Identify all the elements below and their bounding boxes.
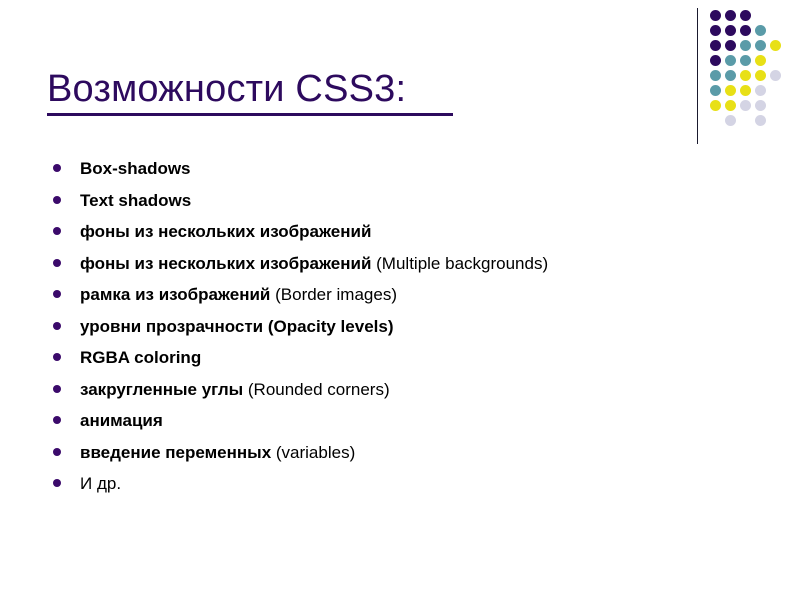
dot-grid — [710, 10, 800, 140]
list-item: введение переменных (variables) — [48, 441, 768, 473]
bullet-icon — [53, 416, 61, 424]
dot-lavender — [755, 85, 766, 96]
dot-teal — [725, 70, 736, 81]
dot-lavender — [755, 115, 766, 126]
list-item-note: (Rounded corners) — [243, 379, 390, 399]
dot-purple — [710, 25, 721, 36]
dot-purple — [725, 25, 736, 36]
dot-purple — [710, 40, 721, 51]
list-item-note: (Multiple backgrounds) — [371, 253, 549, 273]
bullet-icon — [53, 353, 61, 361]
feature-list: Box-shadows Text shadows фоны из нескольки… — [48, 157, 768, 504]
list-item-label: введение переменных — [80, 442, 272, 462]
dot-yellow — [710, 100, 721, 111]
dot-yellow — [740, 85, 751, 96]
bullet-icon — [53, 321, 61, 330]
dot-lavender — [725, 115, 736, 126]
dot-yellow — [740, 70, 751, 81]
dot-purple — [725, 40, 736, 51]
title-underline — [47, 113, 453, 116]
list-item-note: (Border images) — [270, 285, 397, 304]
dot-teal — [725, 55, 736, 66]
dot-yellow — [755, 55, 766, 66]
list-item: Text shadows — [48, 189, 768, 221]
dot-lavender — [770, 70, 781, 81]
list-item: фоны из нескольких изображений (Multiple… — [48, 252, 768, 284]
dot-purple — [740, 25, 751, 36]
bullet-icon — [53, 164, 61, 172]
dot-purple — [710, 10, 721, 21]
dot-teal — [710, 70, 721, 81]
list-item-label: анимация — [80, 411, 163, 430]
dot-lavender — [740, 100, 751, 111]
list-item-note: И др. — [80, 474, 122, 493]
bullet-icon — [53, 384, 61, 393]
dot-teal — [740, 55, 751, 66]
dot-purple — [710, 55, 721, 66]
list-item-note: (variables) — [271, 442, 356, 462]
dot-purple — [725, 10, 736, 21]
list-item: RGBA coloring — [48, 346, 768, 378]
list-item-label: Text shadows — [80, 190, 192, 210]
list-item-label: фоны из нескольких изображений — [80, 253, 372, 273]
bullet-icon — [53, 447, 61, 456]
vertical-rule — [697, 8, 698, 144]
list-item-label: RGBA coloring — [80, 348, 202, 367]
list-item: Box-shadows — [48, 157, 768, 189]
bullet-icon — [53, 227, 61, 235]
list-item: закругленные углы (Rounded corners) — [48, 378, 768, 410]
dot-yellow — [725, 100, 736, 111]
list-item: фоны из нескольких изображений — [48, 220, 768, 252]
dot-yellow — [725, 85, 736, 96]
dot-yellow — [755, 70, 766, 81]
list-item: И др. — [48, 472, 768, 504]
list-item-label: фоны из нескольких изображений — [80, 222, 372, 241]
bullet-icon — [53, 195, 61, 204]
slide: Возможности CSS3: Box-shadows Text shadow… — [0, 0, 800, 600]
dot-teal — [755, 40, 766, 51]
dot-teal — [755, 25, 766, 36]
dot-teal — [740, 40, 751, 51]
page-title: Возможности CSS3: — [47, 68, 407, 110]
dot-grid-decoration — [690, 0, 800, 150]
bullet-icon — [53, 290, 61, 298]
bullet-icon — [53, 479, 61, 487]
list-item: анимация — [48, 409, 768, 441]
list-item-label: Box-shadows — [80, 159, 191, 178]
bullet-icon — [53, 258, 61, 267]
dot-teal — [710, 85, 721, 96]
dot-purple — [740, 10, 751, 21]
list-item-label: рамка из изображений — [80, 285, 271, 304]
dot-lavender — [755, 100, 766, 111]
list-item: рамка из изображений (Border images) — [48, 283, 768, 315]
list-item: уровни прозрачности (Opacity levels) — [48, 315, 768, 347]
dot-yellow — [770, 40, 781, 51]
list-item-label: закругленные углы — [80, 379, 244, 399]
list-item-label: уровни прозрачности (Opacity levels) — [80, 316, 394, 336]
